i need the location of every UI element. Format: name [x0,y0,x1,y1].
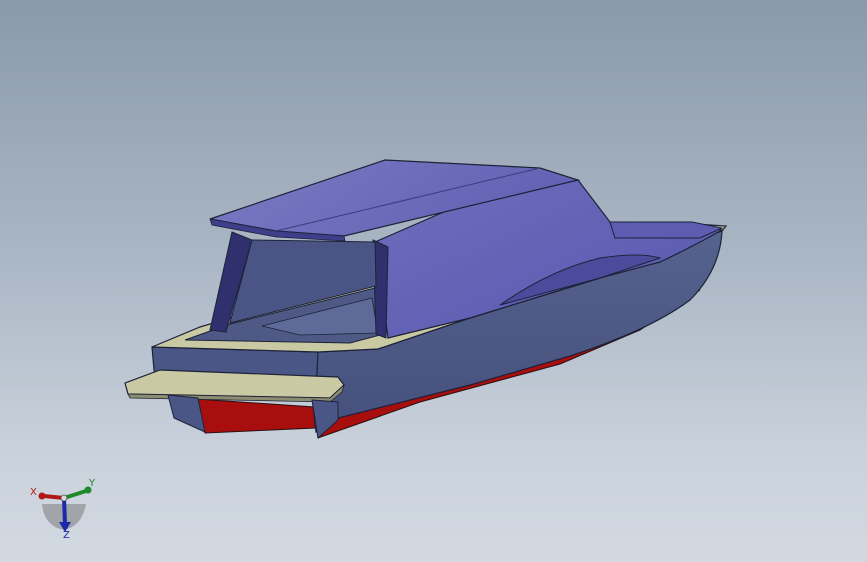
forward-cabin-top [609,221,724,239]
view-orientation-triad: X Y Z [22,474,102,546]
x-axis-label: X [30,487,37,498]
graphics-viewport[interactable]: X Y Z [0,0,867,562]
y-axis-arrow [62,489,88,500]
z-axis-arrow [62,496,67,526]
z-axis-label: Z [63,530,70,541]
y-axis-label: Y [89,478,96,489]
boat-model[interactable] [0,0,867,562]
